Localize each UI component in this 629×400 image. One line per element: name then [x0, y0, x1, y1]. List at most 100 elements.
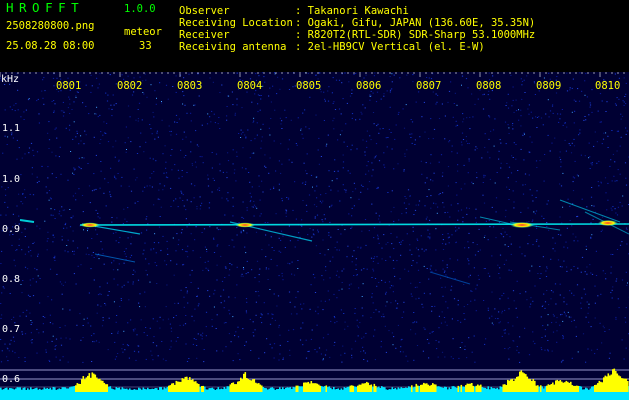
noise-pixel: [366, 146, 368, 148]
noise-pixel: [536, 117, 539, 118]
noise-pixel: [566, 227, 568, 229]
noise-pixel: [602, 138, 605, 140]
noise-pixel: [98, 258, 100, 260]
level-bar: [55, 389, 58, 392]
noise-pixel: [488, 115, 490, 117]
level-bar: [469, 383, 472, 392]
noise-pixel: [475, 146, 477, 148]
noise-pixel: [368, 181, 371, 183]
noise-pixel: [267, 279, 269, 280]
noise-pixel: [44, 90, 46, 92]
noise-pixel: [140, 232, 143, 234]
level-bar: [424, 383, 427, 392]
noise-pixel: [471, 291, 473, 292]
noise-pixel: [547, 99, 549, 101]
noise-pixel: [626, 285, 628, 286]
noise-pixel: [591, 164, 593, 166]
noise-pixel: [561, 266, 563, 268]
noise-pixel: [373, 312, 375, 313]
noise-pixel: [55, 345, 57, 346]
noise-pixel: [115, 140, 117, 142]
noise-pixel: [156, 320, 158, 322]
noise-pixel: [380, 340, 382, 342]
level-bar: [301, 386, 304, 392]
level-bar: [324, 386, 326, 392]
level-bar: [363, 383, 365, 392]
noise-pixel: [301, 182, 304, 184]
noise-pixel: [188, 73, 190, 75]
level-bar: [544, 386, 547, 392]
level-bar: [396, 389, 398, 392]
noise-pixel: [573, 294, 575, 296]
noise-pixel: [354, 312, 356, 314]
noise-pixel: [261, 180, 263, 182]
noise-pixel: [97, 294, 100, 296]
noise-pixel: [481, 157, 483, 159]
noise-pixel: [67, 179, 69, 181]
noise-pixel: [21, 333, 24, 335]
noise-pixel: [554, 283, 557, 285]
noise-pixel: [530, 297, 532, 299]
noise-pixel: [308, 128, 310, 130]
level-bar: [595, 384, 598, 392]
noise-pixel: [82, 337, 84, 338]
level-bar: [538, 386, 541, 392]
noise-pixel: [180, 232, 183, 234]
noise-pixel: [355, 258, 357, 260]
noise-pixel: [461, 84, 462, 86]
noise-pixel: [208, 202, 211, 204]
level-bar: [436, 386, 439, 392]
noise-pixel: [145, 269, 147, 271]
noise-pixel: [389, 91, 391, 93]
noise-pixel: [198, 95, 200, 97]
noise-pixel: [114, 341, 116, 343]
noise-pixel: [346, 102, 348, 104]
noise-pixel: [111, 221, 113, 223]
noise-pixel: [422, 350, 424, 352]
noise-pixel: [150, 248, 152, 250]
noise-pixel: [281, 128, 283, 129]
level-bar: [178, 381, 181, 392]
noise-pixel: [154, 138, 156, 140]
noise-pixel: [585, 73, 587, 75]
noise-pixel: [390, 211, 392, 213]
noise-pixel: [536, 127, 538, 128]
noise-pixel: [520, 78, 522, 80]
noise-pixel: [552, 237, 554, 239]
noise-pixel: [426, 216, 428, 218]
noise-pixel: [369, 96, 371, 97]
noise-pixel: [182, 264, 184, 266]
noise-pixel: [531, 265, 533, 267]
noise-pixel: [439, 193, 441, 194]
noise-pixel: [508, 333, 510, 335]
noise-pixel: [31, 339, 33, 341]
noise-pixel: [567, 247, 569, 249]
noise-pixel: [185, 136, 187, 138]
noise-pixel: [498, 158, 500, 160]
noise-pixel: [499, 139, 501, 141]
noise-pixel: [400, 254, 402, 256]
noise-pixel: [314, 190, 316, 192]
noise-pixel: [465, 78, 468, 80]
noise-pixel: [170, 187, 172, 189]
noise-pixel: [69, 338, 71, 340]
noise-pixel: [505, 209, 507, 211]
noise-pixel: [4, 343, 6, 345]
noise-pixel: [413, 312, 415, 313]
noise-pixel: [343, 268, 345, 270]
noise-pixel: [570, 316, 572, 318]
noise-pixel: [503, 292, 505, 294]
noise-pixel: [421, 116, 423, 118]
noise-pixel: [120, 299, 122, 301]
noise-pixel: [19, 315, 21, 317]
noise-pixel: [100, 241, 102, 243]
noise-pixel: [116, 315, 118, 316]
level-bar: [543, 388, 545, 392]
noise-pixel: [103, 192, 105, 194]
noise-pixel: [616, 97, 618, 99]
noise-pixel: [362, 346, 364, 348]
noise-pixel: [350, 283, 352, 285]
noise-pixel: [51, 340, 53, 342]
noise-pixel: [221, 197, 223, 199]
noise-pixel: [291, 261, 293, 263]
